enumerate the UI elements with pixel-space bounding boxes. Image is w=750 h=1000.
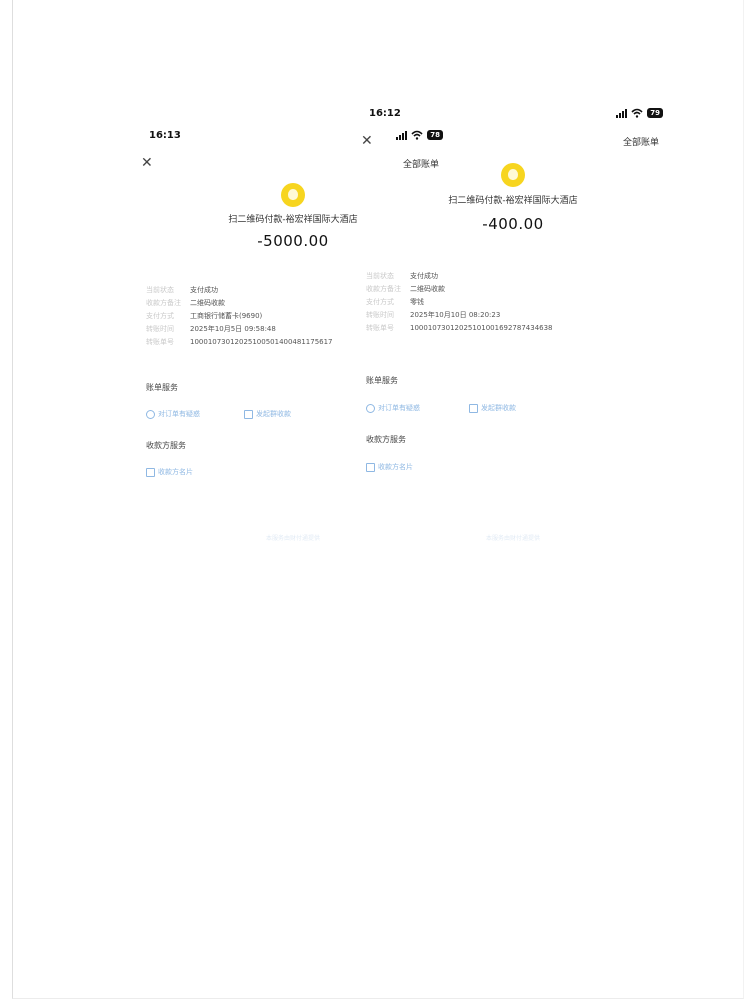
detail-key: 转账单号 bbox=[146, 337, 174, 346]
detail-row-transaction-id: 转账单号 1000107301202510100169278743463​8 bbox=[366, 321, 663, 334]
group-collect-label: 发起群收款 bbox=[481, 404, 516, 412]
signal-icon bbox=[616, 108, 628, 118]
scanned-page: 16:13 78 ✕ 全部账单 扫二维码付款-裕宏祥国际大酒店 -5000.00… bbox=[12, 0, 744, 999]
bill-service-title: 账单服务 bbox=[366, 376, 398, 385]
detail-row-payee-note: 收款方备注 二维码收款 bbox=[366, 282, 663, 295]
payee-service-title: 收款方服务 bbox=[146, 441, 186, 450]
document-icon bbox=[244, 409, 253, 419]
detail-value: 1000107301202510100169278743463​8 bbox=[410, 323, 553, 332]
detail-key: 支付方式 bbox=[366, 297, 394, 306]
question-icon bbox=[146, 409, 155, 419]
detail-key: 当前状态 bbox=[366, 271, 394, 280]
transaction-details: 当前状态 支付成功 收款方备注 二维码收款 支付方式 零钱 转账时间 2025年… bbox=[366, 269, 663, 334]
merchant-avatar-icon bbox=[501, 163, 525, 187]
detail-value: 二维码收款 bbox=[190, 298, 225, 307]
detail-key: 转账时间 bbox=[366, 310, 394, 319]
bill-service-title: 账单服务 bbox=[146, 383, 178, 392]
detail-value: 支付成功 bbox=[190, 285, 218, 294]
order-question-button[interactable]: 对订单有疑惑 bbox=[366, 403, 420, 413]
payment-amount: -400.00 bbox=[482, 215, 544, 233]
detail-value: 工商银行储蓄卡(9690) bbox=[190, 311, 263, 320]
payee-card-label: 收款方名片 bbox=[158, 468, 193, 476]
detail-key: 收款方备注 bbox=[366, 284, 401, 293]
detail-value: 2025年10月5日 09:58:48 bbox=[190, 324, 276, 333]
battery-icon: 79 bbox=[647, 108, 663, 118]
nav-bar: ✕ 全部账单 bbox=[353, 133, 673, 153]
group-collect-label: 发起群收款 bbox=[256, 410, 291, 418]
payee-card-button[interactable]: 收款方名片 bbox=[366, 462, 413, 472]
document-icon bbox=[469, 403, 478, 413]
card-icon bbox=[146, 467, 155, 477]
detail-value: 2025年10月10日 08:20:23 bbox=[410, 310, 501, 319]
detail-value: 二维码收款 bbox=[410, 284, 445, 293]
payee-card-label: 收款方名片 bbox=[378, 463, 413, 471]
detail-row-status: 当前状态 支付成功 bbox=[366, 269, 663, 282]
status-time: 16:13 bbox=[149, 130, 181, 141]
order-question-label: 对订单有疑惑 bbox=[378, 404, 420, 412]
detail-value: 零钱 bbox=[410, 297, 424, 306]
all-bills-link[interactable]: 全部账单 bbox=[623, 135, 659, 148]
card-icon bbox=[366, 462, 375, 472]
merchant-avatar-icon bbox=[281, 183, 305, 207]
detail-value: 支付成功 bbox=[410, 271, 438, 280]
payee-card-button[interactable]: 收款方名片 bbox=[146, 467, 193, 477]
system-icons: 79 bbox=[616, 108, 663, 118]
group-collect-button[interactable]: 发起群收款 bbox=[244, 409, 291, 419]
detail-value: 100010730120251005014004811756​17 bbox=[190, 337, 333, 346]
detail-key: 收款方备注 bbox=[146, 298, 181, 307]
group-collect-button[interactable]: 发起群收款 bbox=[469, 403, 516, 413]
close-icon[interactable]: ✕ bbox=[141, 155, 153, 171]
question-icon bbox=[366, 403, 375, 413]
order-question-label: 对订单有疑惑 bbox=[158, 410, 200, 418]
detail-row-payment-method: 支付方式 零钱 bbox=[366, 295, 663, 308]
order-question-button[interactable]: 对订单有疑惑 bbox=[146, 409, 200, 419]
merchant-name: 扫二维码付款-裕宏祥国际大酒店 bbox=[448, 196, 578, 206]
wifi-icon bbox=[631, 108, 643, 118]
status-time: 16:12 bbox=[369, 108, 401, 119]
detail-key: 支付方式 bbox=[146, 311, 174, 320]
status-bar: 16:12 79 bbox=[353, 103, 673, 125]
payee-service-title: 收款方服务 bbox=[366, 435, 406, 444]
footer-note: 本服务由财付通提供 bbox=[485, 535, 540, 542]
payment-screenshot-right: 16:12 79 ✕ 全部账单 扫二维码付款-裕宏祥国际大酒店 -400.00 … bbox=[353, 103, 673, 563]
close-icon[interactable]: ✕ bbox=[361, 133, 373, 149]
detail-key: 当前状态 bbox=[146, 285, 174, 294]
detail-key: 转账时间 bbox=[146, 324, 174, 333]
detail-key: 转账单号 bbox=[366, 323, 394, 332]
detail-row-time: 转账时间 2025年10月10日 08:20:23 bbox=[366, 308, 663, 321]
